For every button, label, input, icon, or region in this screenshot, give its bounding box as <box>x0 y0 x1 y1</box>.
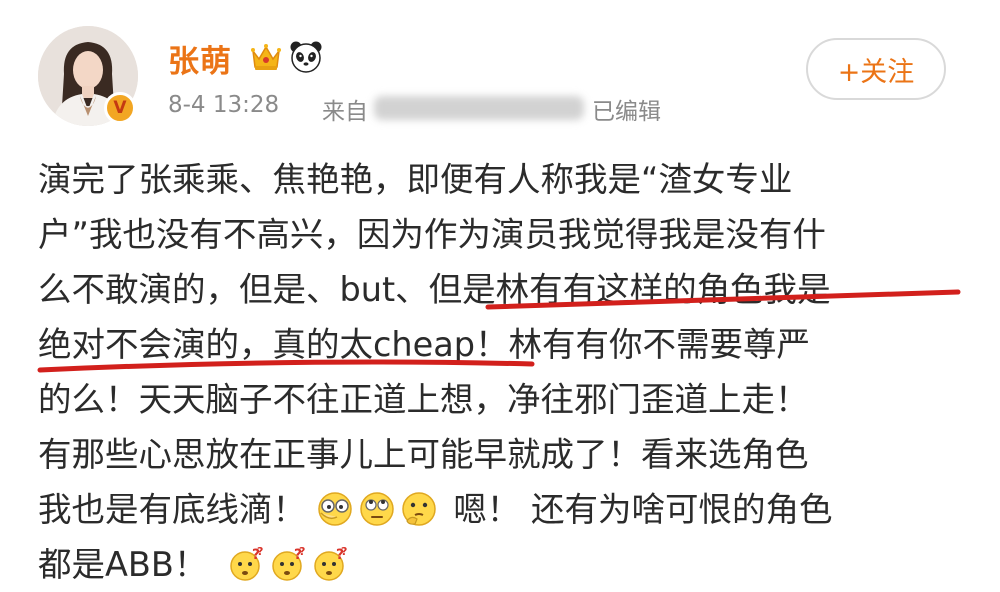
post-source-device-blurred <box>374 96 584 120</box>
weibo-post-card: V 张萌 8-4 13:28 来自 已编辑 +关注 演完了张乘乘、焦艳艳，即便有… <box>0 0 1000 592</box>
post-text-segment: 我也是有底线滴！ <box>38 490 306 529</box>
confused-question-emoji-icon: ? ? <box>312 546 348 582</box>
post-text-line: 我也是有底线滴！ 嗯！ 还有为啥可恨的角色 <box>38 482 978 537</box>
username[interactable]: 张萌 <box>168 36 232 81</box>
svg-text:?: ? <box>341 546 347 558</box>
panda-icon[interactable] <box>289 40 323 74</box>
svg-text:?: ? <box>299 546 305 558</box>
post-text-line: 绝对不会演的，真的太cheap！林有有你不需要尊严 <box>38 325 811 364</box>
post-edited-label[interactable]: 已编辑 <box>592 92 661 126</box>
verified-badge-icon: V <box>104 92 136 124</box>
thinking-emoji-icon <box>401 491 437 527</box>
post-text-segment: 都是ABB！ <box>38 545 208 584</box>
post-text-line: 演完了张乘乘、焦艳艳，即便有人称我是“渣女专业 <box>38 160 793 199</box>
post-timestamp: 8-4 13:28 <box>168 92 280 118</box>
post-text-line: 么不敢演的，但是、but、但是林有有这样的角色我是 <box>38 270 831 309</box>
svg-text:?: ? <box>257 546 263 558</box>
follow-button[interactable]: +关注 <box>806 38 946 100</box>
post-text-line: 都是ABB！ ? ? ? ? ? ? <box>38 537 978 592</box>
post-text-line: 户”我也没有不高兴，因为作为演员我觉得我是没有什 <box>38 215 826 254</box>
post-text-line: 的么！天天脑子不往正道上想，净往邪门歪道上走！ <box>38 380 809 419</box>
crown-icon[interactable] <box>250 42 282 72</box>
confused-question-emoji-icon: ? ? <box>228 546 264 582</box>
post-text-segment: 嗯！ 还有为啥可恨的角色 <box>453 490 833 529</box>
post-source-prefix: 来自 <box>322 99 368 125</box>
post-text-line: 有那些心思放在正事儿上可能早就成了！看来选角色 <box>38 435 809 474</box>
post-body: 演完了张乘乘、焦艳艳，即便有人称我是“渣女专业 户”我也没有不高兴，因为作为演员… <box>38 152 978 592</box>
eye-roll-emoji-icon <box>359 491 395 527</box>
confused-question-emoji-icon: ? ? <box>270 546 306 582</box>
facepalm-emoji-icon <box>317 491 353 527</box>
